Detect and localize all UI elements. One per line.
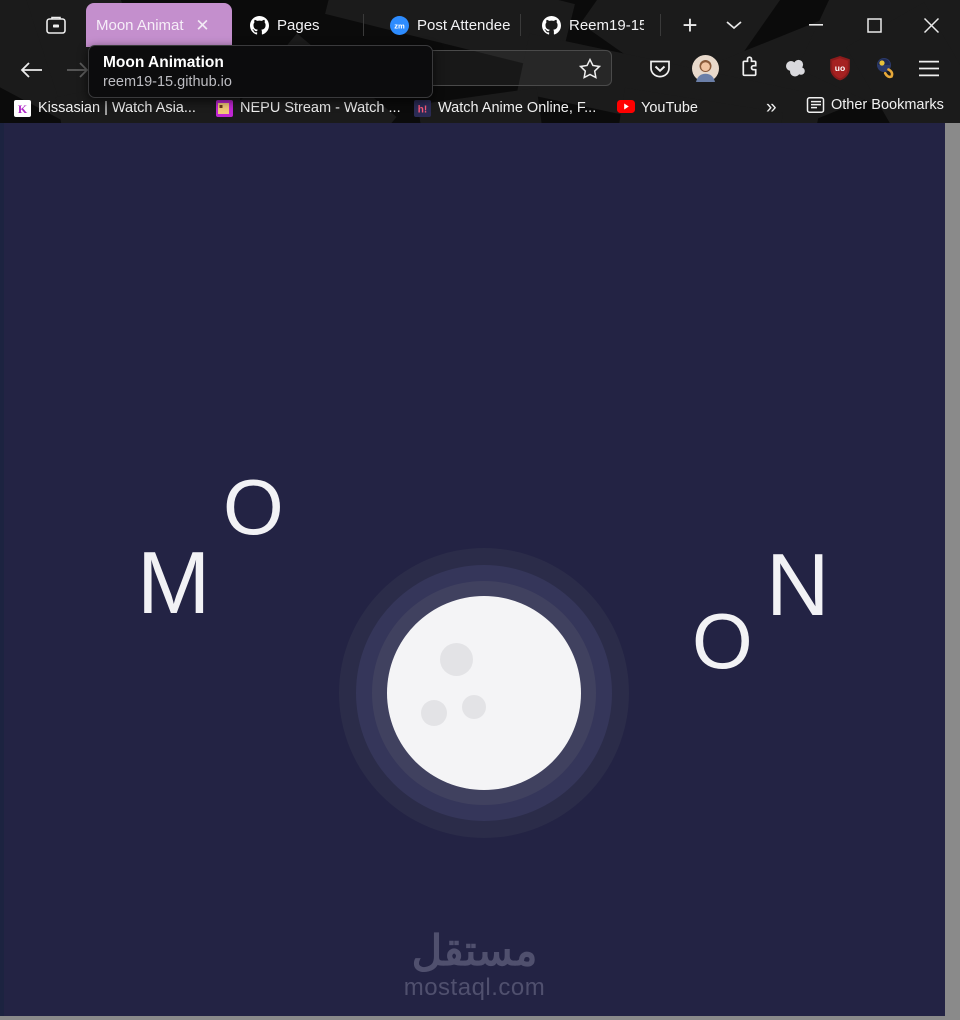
moon-graphic — [339, 548, 629, 838]
browser-chrome: Moon Animat ✕ Pages zm Post Attendee Ree… — [0, 0, 960, 123]
chevron-down-icon[interactable] — [720, 12, 748, 38]
bookmark-hianime[interactable]: h! Watch Anime Online, F... — [414, 96, 596, 120]
title-letter-n: N — [766, 535, 830, 634]
title-letter-m: M — [137, 533, 211, 632]
pocket-icon[interactable] — [644, 52, 676, 84]
account-avatar[interactable] — [689, 52, 721, 84]
tab-separator — [363, 14, 364, 36]
tab-title: Pages — [277, 16, 320, 34]
new-tab-button[interactable]: + — [676, 11, 704, 39]
window-maximize-button[interactable] — [851, 8, 897, 42]
github-favicon-icon — [250, 15, 269, 35]
tab-post-attendee[interactable]: zm Post Attendee — [380, 3, 520, 47]
other-bookmarks-label: Other Bookmarks — [831, 96, 944, 113]
page-viewport: M O O N مستقل mostaql.com — [4, 123, 945, 1016]
nepu-icon — [216, 99, 233, 117]
bookmark-label: Kissasian | Watch Asia... — [38, 100, 196, 116]
bookmark-label: YouTube — [641, 100, 698, 116]
tab-title: Moon Animat — [96, 16, 184, 34]
svg-text:uo: uo — [835, 63, 845, 73]
tooltip-url: reem19-15.github.io — [103, 74, 232, 90]
tab-title: Post Attendee — [417, 16, 511, 34]
ublock-origin-icon[interactable]: uo — [824, 52, 856, 84]
tab-reem19-15-repo[interactable]: Reem19-15/Tr — [532, 3, 654, 47]
list-all-tabs-icon[interactable] — [42, 12, 70, 38]
tab-strip: Moon Animat ✕ Pages zm Post Attendee Ree… — [0, 0, 960, 50]
watermark-arabic-text: مستقل — [411, 927, 538, 974]
bookmark-kissasian[interactable]: K Kissasian | Watch Asia... — [14, 96, 196, 120]
star-icon[interactable] — [575, 53, 605, 83]
tab-title: Reem19-15/Tr — [569, 16, 644, 34]
bookmarks-overflow-icon[interactable]: » — [766, 97, 777, 119]
bookmark-label: Watch Anime Online, F... — [438, 100, 597, 116]
extensions-icon[interactable] — [734, 52, 766, 84]
bookmark-nepu-stream[interactable]: NEPU Stream - Watch ... — [216, 96, 401, 120]
page-bottom-edge — [0, 1016, 960, 1020]
tab-separator — [520, 14, 521, 36]
other-bookmarks-folder[interactable]: Other Bookmarks — [806, 96, 944, 113]
title-letter-o-right: O — [692, 597, 753, 685]
svg-text:zm: zm — [394, 21, 405, 30]
bookmark-folder-icon — [806, 96, 825, 113]
back-button[interactable] — [12, 51, 50, 89]
moon-crater — [462, 695, 486, 719]
window-close-button[interactable] — [908, 8, 954, 42]
app-menu-icon[interactable] — [913, 52, 945, 84]
youtube-icon — [617, 99, 635, 117]
search-extension-icon[interactable] — [869, 52, 901, 84]
bookmark-youtube[interactable]: YouTube — [617, 96, 698, 120]
moon-body — [387, 596, 581, 790]
svg-text:K: K — [18, 102, 28, 116]
page-right-edge — [945, 123, 960, 1020]
hianime-icon: h! — [414, 99, 431, 117]
zoom-favicon-icon: zm — [390, 15, 409, 35]
tab-separator — [660, 14, 661, 36]
watermark-latin-text: mostaql.com — [403, 974, 546, 1001]
tooltip-title: Moon Animation — [103, 54, 224, 71]
title-letter-o-left: O — [223, 463, 284, 551]
cloud-extension-icon[interactable] — [779, 52, 811, 84]
moon-crater — [421, 700, 447, 726]
tab-pages[interactable]: Pages — [240, 3, 330, 47]
svg-text:h!: h! — [418, 104, 427, 115]
window-minimize-button[interactable] — [793, 8, 839, 42]
bookmark-label: NEPU Stream - Watch ... — [240, 100, 401, 116]
kissasian-icon: K — [14, 99, 31, 117]
tab-hover-tooltip: Moon Animation reem19-15.github.io — [88, 45, 433, 98]
tab-moon-animation[interactable]: Moon Animat ✕ — [86, 3, 232, 47]
moon-crater — [440, 643, 473, 676]
tab-close-icon[interactable]: ✕ — [192, 14, 214, 36]
github-favicon-icon — [542, 15, 561, 35]
mostaql-watermark: مستقل mostaql.com — [4, 928, 945, 1002]
